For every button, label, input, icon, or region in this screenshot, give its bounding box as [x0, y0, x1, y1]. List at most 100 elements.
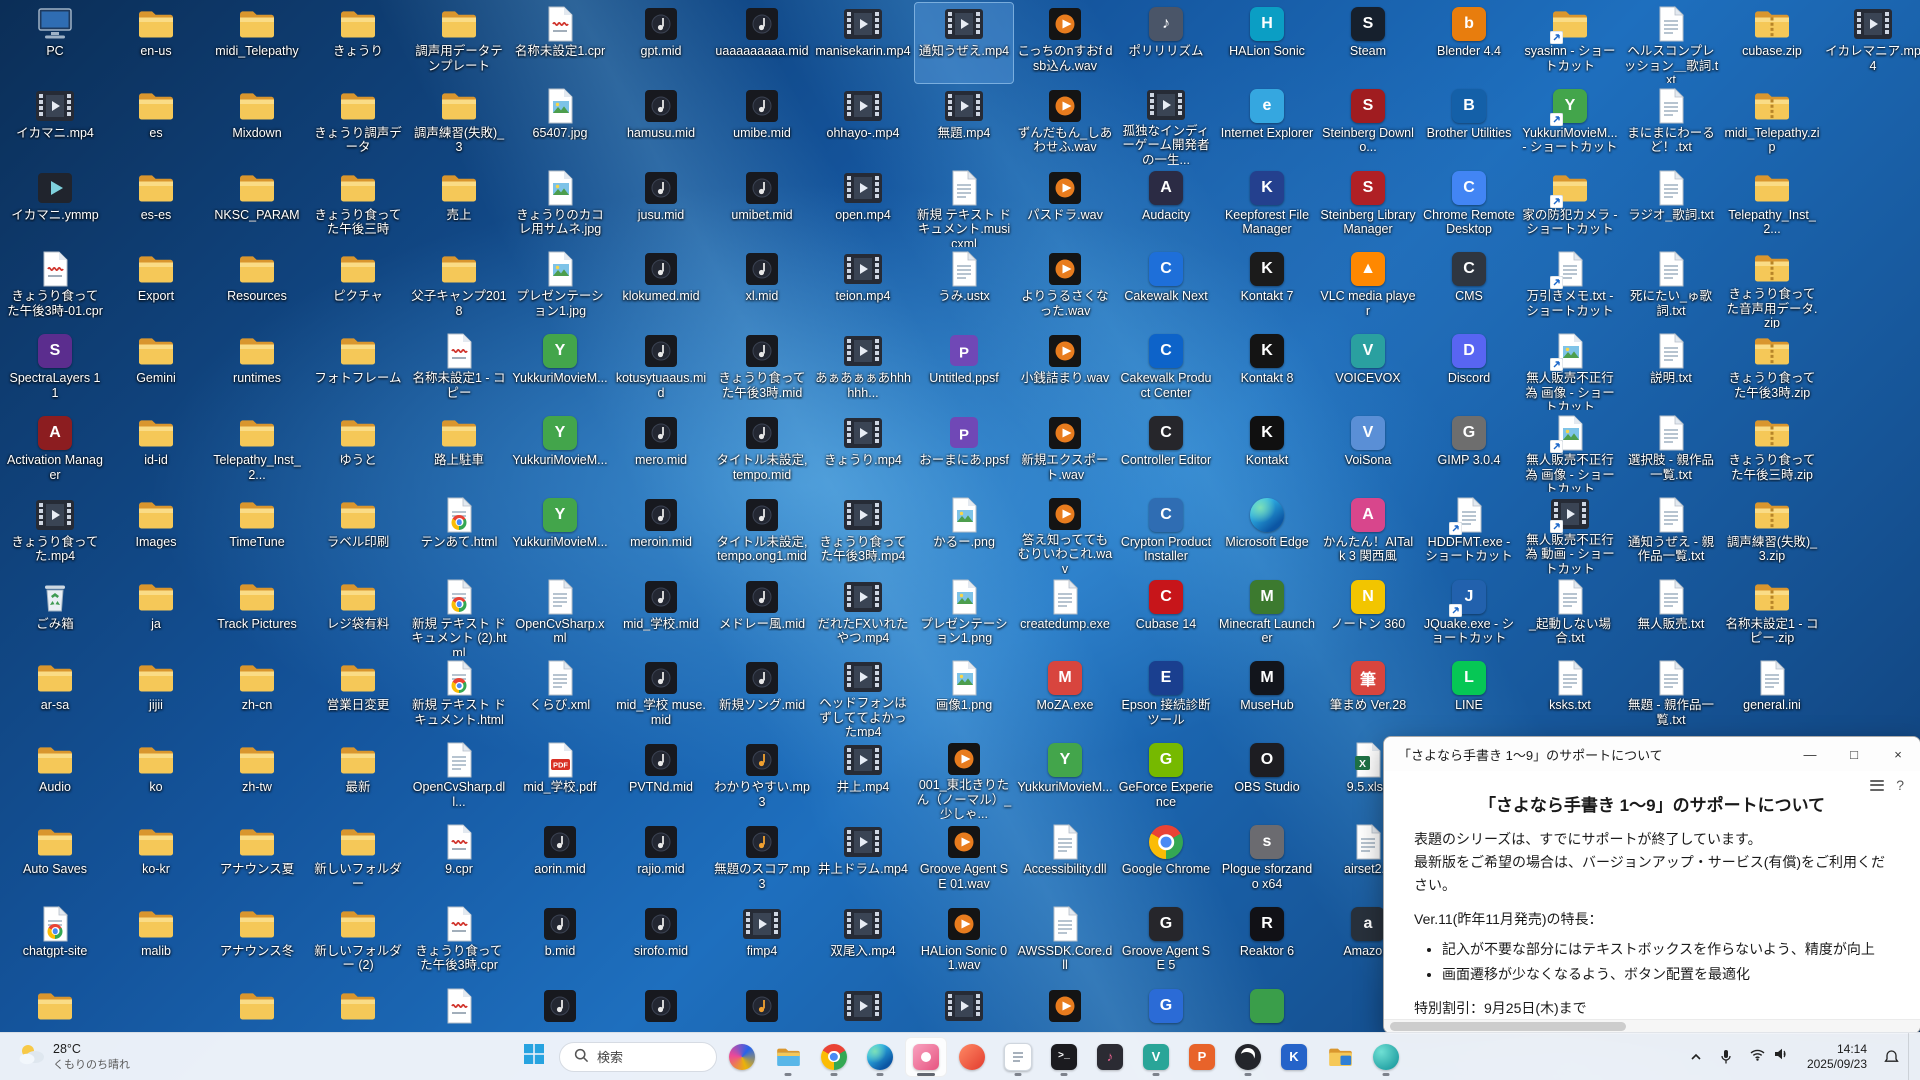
desktop-icon[interactable]: sirofo.mid — [612, 903, 710, 983]
desktop-icon[interactable]: Auto Saves — [6, 821, 104, 901]
desktop-icon[interactable]: 最新 — [309, 739, 407, 819]
desktop-icon[interactable]: CCMS — [1420, 248, 1518, 328]
desktop-icon[interactable]: 説明.txt — [1622, 330, 1720, 410]
desktop-icon[interactable]: 画像1.png — [915, 657, 1013, 737]
desktop-icon[interactable]: イカマニ.mp4 — [6, 85, 104, 165]
desktop-icon[interactable]: ラジオ_歌詞.txt — [1622, 167, 1720, 247]
desktop-icon[interactable]: ピクチャ — [309, 248, 407, 328]
desktop-icon[interactable]: 井上ドラム.mp4 — [814, 821, 912, 901]
desktop-icon[interactable]: Audio — [6, 739, 104, 819]
desktop-icon[interactable]: きょうり食ってた午後3時.mid — [713, 330, 811, 410]
desktop-icon[interactable]: EEpson 接続診断ツール — [1117, 657, 1215, 737]
desktop-icon[interactable]: CCubase 14 — [1117, 576, 1215, 656]
desktop-icon[interactable]: メドレー風.mid — [713, 576, 811, 656]
desktop-icon[interactable]: Accessibility.dll — [1016, 821, 1114, 901]
minimize-button[interactable]: — — [1788, 737, 1832, 771]
desktop-icon[interactable]: 選択肢 - 親作品一覧.txt — [1622, 412, 1720, 492]
desktop-icon[interactable]: GGroove Agent SE 5 — [1117, 903, 1215, 983]
desktop-icon[interactable]: Microsoft Edge — [1218, 494, 1316, 574]
desktop-icon[interactable]: PUntitled.ppsf — [915, 330, 1013, 410]
taskbar-app-p-orange[interactable]: P — [1181, 1037, 1223, 1077]
list-menu-icon[interactable] — [1870, 777, 1884, 793]
desktop-icon[interactable]: レジ袋有料 — [309, 576, 407, 656]
desktop-icon[interactable]: gpt.mid — [612, 3, 710, 83]
desktop-icon[interactable]: TimeTune — [208, 494, 306, 574]
desktop-icon[interactable]: イカマニ.ymmp — [6, 167, 104, 247]
desktop-icon[interactable]: AWSSDK.Core.dll — [1016, 903, 1114, 983]
maximize-button[interactable]: □ — [1832, 737, 1876, 771]
horizontal-scrollbar[interactable] — [1384, 1019, 1920, 1033]
desktop-icon[interactable]: ksks.txt — [1521, 657, 1619, 737]
desktop-icon[interactable]: 無人販売不正行為 画像 - ショートカット — [1521, 412, 1619, 492]
desktop-icon[interactable]: だれたFXいれたやつ.mp4 — [814, 576, 912, 656]
desktop-icon[interactable]: id-id — [107, 412, 205, 492]
desktop-icon[interactable]: Groove Agent SE 01.wav — [915, 821, 1013, 901]
desktop-icon[interactable]: aorin.mid — [511, 821, 609, 901]
desktop-icon[interactable]: きょうり食ってた午後三時 — [309, 167, 407, 247]
desktop-icon[interactable]: 名称未設定1 - コピー — [410, 330, 508, 410]
desktop-icon[interactable]: jusu.mid — [612, 167, 710, 247]
desktop-icon[interactable]: SSteinberg Downlo... — [1319, 85, 1417, 165]
desktop-icon[interactable]: KKontakt 7 — [1218, 248, 1316, 328]
desktop-icon[interactable]: VVoiSona — [1319, 412, 1417, 492]
hidden-icons-chevron[interactable] — [1682, 1037, 1710, 1077]
desktop-icon[interactable]: MMoZA.exe — [1016, 657, 1114, 737]
desktop-icon[interactable]: 小銭詰まり.wav — [1016, 330, 1114, 410]
desktop-icon[interactable]: タイトル未設定, tempo.mid — [713, 412, 811, 492]
desktop-icon[interactable]: 新しいフォルダー — [309, 821, 407, 901]
clock-widget[interactable]: 14:14 2025/09/23 — [1799, 1042, 1875, 1072]
desktop-icon[interactable]: mid_学校 muse.mid — [612, 657, 710, 737]
desktop-icon[interactable]: くらび.xml — [511, 657, 609, 737]
desktop-icon[interactable]: sPlogue sforzando x64 — [1218, 821, 1316, 901]
network-volume-group[interactable] — [1742, 1037, 1797, 1077]
desktop-icon[interactable]: きょうり — [309, 3, 407, 83]
desktop-icon[interactable]: ♪ポリリリズム — [1117, 3, 1215, 83]
desktop-icon[interactable]: OpenCvSharp.xml — [511, 576, 609, 656]
desktop-icon[interactable]: CCakewalk Product Center — [1117, 330, 1215, 410]
desktop-icon[interactable]: 通知うぜえ - 親作品一覧.txt — [1622, 494, 1720, 574]
desktop-icon[interactable]: 新しいフォルダー (2) — [309, 903, 407, 983]
desktop-icon[interactable]: きょうり.mp4 — [814, 412, 912, 492]
desktop-icon[interactable]: ja — [107, 576, 205, 656]
desktop-icon[interactable]: 答え知っててもむりいわこれ.wav — [1016, 494, 1114, 574]
desktop-icon[interactable]: midi_Telepathy.zip — [1723, 85, 1821, 165]
taskbar-app-notepad[interactable] — [997, 1037, 1039, 1077]
desktop-icon[interactable]: まにまにわーるど！.txt — [1622, 85, 1720, 165]
desktop-icon[interactable]: 万引きメモ.txt - ショートカット — [1521, 248, 1619, 328]
desktop-icon[interactable]: 孤独なインディーゲーム開発者の一生... — [1117, 85, 1215, 165]
desktop-icon[interactable]: midi_Telepathy — [208, 3, 306, 83]
desktop-icon[interactable]: HHALion Sonic — [1218, 3, 1316, 83]
scrollbar-thumb[interactable] — [1390, 1022, 1626, 1031]
desktop-icon[interactable]: 無題のスコア.mp3 — [713, 821, 811, 901]
desktop-icon[interactable]: _起動しない場合.txt — [1521, 576, 1619, 656]
taskbar-app-coral[interactable] — [951, 1037, 993, 1077]
desktop-icon[interactable]: Gemini — [107, 330, 205, 410]
desktop-icon[interactable]: CController Editor — [1117, 412, 1215, 492]
desktop-icon[interactable]: es — [107, 85, 205, 165]
desktop-icon[interactable]: SSpectraLayers 11 — [6, 330, 104, 410]
desktop-icon[interactable]: ヘルスコンプレッション＿歌詞.txt — [1622, 3, 1720, 83]
taskbar-app-edge[interactable] — [859, 1037, 901, 1077]
desktop-icon[interactable]: 無人販売.txt — [1622, 576, 1720, 656]
desktop-icon[interactable]: HALion Sonic 01.wav — [915, 903, 1013, 983]
desktop-icon[interactable]: ▲VLC media player — [1319, 248, 1417, 328]
desktop-icon[interactable]: hamusu.mid — [612, 85, 710, 165]
desktop-icon[interactable]: こっちのnすおf dsb込ん.wav — [1016, 3, 1114, 83]
desktop-icon[interactable]: LLINE — [1420, 657, 1518, 737]
desktop-icon[interactable]: アナウンス冬 — [208, 903, 306, 983]
desktop-icon[interactable]: rajio.mid — [612, 821, 710, 901]
desktop-icon[interactable]: 父子キャンプ2018 — [410, 248, 508, 328]
taskbar-app-file-explorer[interactable] — [767, 1037, 809, 1077]
desktop-icon[interactable]: タイトル未設定, tempo.ong1.mid — [713, 494, 811, 574]
desktop-icon[interactable]: あぁあぁぁあhhhhhh... — [814, 330, 912, 410]
taskbar-app-obs[interactable] — [1227, 1037, 1269, 1077]
desktop-icon[interactable]: ゆうと — [309, 412, 407, 492]
desktop-icon[interactable]: 新規 テキスト ドキュメント (2).html — [410, 576, 508, 656]
desktop-icon[interactable]: malib — [107, 903, 205, 983]
desktop-icon[interactable]: パスドラ.wav — [1016, 167, 1114, 247]
desktop-icon[interactable]: teion.mp4 — [814, 248, 912, 328]
desktop-icon[interactable]: フォトフレーム — [309, 330, 407, 410]
desktop-icon[interactable]: CCrypton Product Installer — [1117, 494, 1215, 574]
notification-bell-icon[interactable] — [1877, 1037, 1906, 1077]
desktop-icon[interactable]: klokumed.mid — [612, 248, 710, 328]
